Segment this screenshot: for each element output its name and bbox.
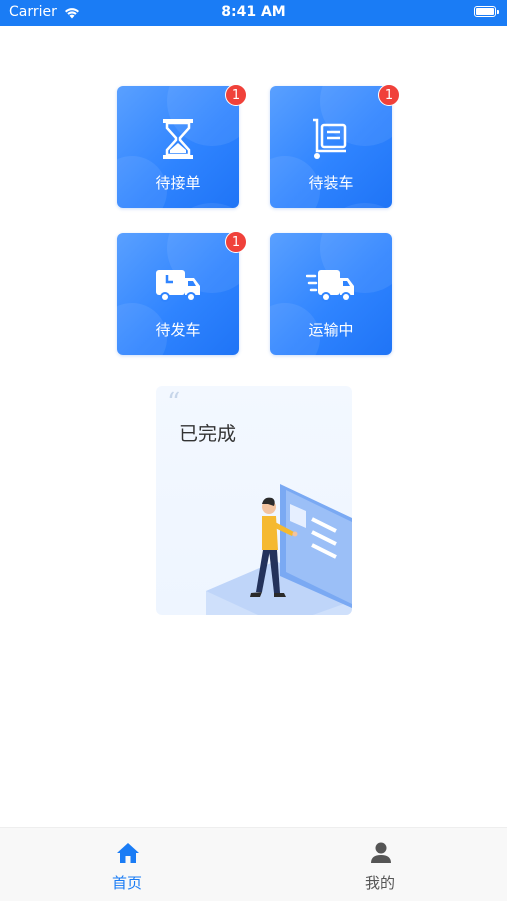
completed-card[interactable]: “ 已完成 <box>156 386 352 615</box>
tile-label: 待接单 <box>155 174 201 192</box>
count-badge: 1 <box>225 84 247 106</box>
person-icon <box>371 842 391 863</box>
tab-home[interactable]: 首页 <box>67 828 187 901</box>
cart-icon <box>313 118 347 159</box>
tab-profile[interactable]: 我的 <box>320 828 440 901</box>
count-badge: 1 <box>225 231 247 253</box>
truck-icon <box>156 270 200 302</box>
tile-pending-loading[interactable]: 待装车 1 <box>250 56 410 226</box>
home-icon <box>117 843 139 863</box>
battery-icon <box>474 6 499 17</box>
count-badge: 1 <box>378 84 400 106</box>
tile-pending-accept[interactable]: 待接单 1 <box>97 56 257 226</box>
tile-label: 待发车 <box>155 321 201 339</box>
status-bar: Carrier 8:41 AM <box>0 0 507 26</box>
tab-label: 我的 <box>364 874 395 892</box>
illustration-person-board <box>206 484 352 615</box>
tile-in-transit[interactable]: 运输中 <box>250 203 410 373</box>
tile-label: 运输中 <box>308 321 354 339</box>
tile-label: 待装车 <box>308 174 354 192</box>
status-time: 8:41 AM <box>221 4 286 20</box>
hourglass-icon <box>163 119 193 159</box>
tab-bar: 首页 我的 <box>0 827 507 901</box>
moving-truck-icon <box>306 270 354 302</box>
tab-label: 首页 <box>111 874 142 892</box>
tile-pending-departure[interactable]: 待发车 1 <box>97 203 257 373</box>
